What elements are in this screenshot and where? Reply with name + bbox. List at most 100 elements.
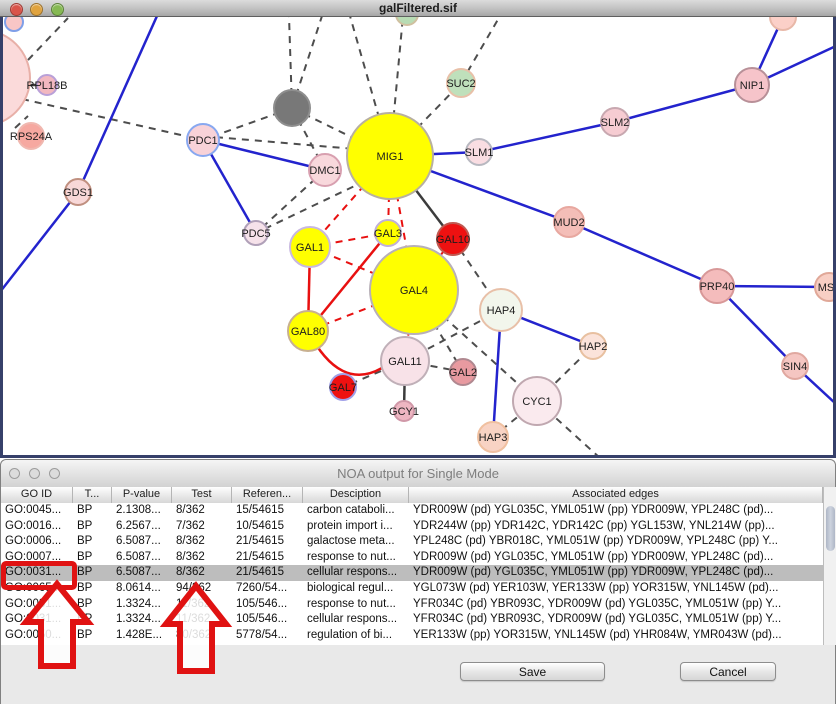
- network-edge[interactable]: [615, 85, 752, 122]
- table-row[interactable]: GO:0031...BP1.3324...11/362105/546...res…: [1, 597, 823, 613]
- network-node-mud2[interactable]: MUD2: [553, 207, 584, 237]
- table-cell[interactable]: 8/362: [172, 503, 232, 519]
- column-header-t[interactable]: T...: [73, 487, 112, 503]
- table-cell[interactable]: 2.1308...: [112, 503, 172, 519]
- table-body[interactable]: GO:0045...BP2.1308...8/36215/54615carbon…: [1, 503, 823, 645]
- network-node-gal2[interactable]: GAL2: [449, 359, 477, 385]
- network-node-gal3[interactable]: GAL3: [374, 220, 402, 246]
- network-node-slm1[interactable]: SLM1: [465, 139, 494, 165]
- network-edge[interactable]: [569, 222, 717, 286]
- table-cell[interactable]: 1.3324...: [112, 597, 172, 613]
- table-cell[interactable]: GO:0031...: [1, 612, 73, 628]
- network-edge[interactable]: [78, 16, 157, 192]
- network-node-gal4[interactable]: GAL4: [370, 246, 458, 334]
- table-cell[interactable]: 8.0614...: [112, 581, 172, 597]
- table-cell[interactable]: BP: [73, 581, 112, 597]
- table-cell[interactable]: YER133W (pp) YOR315W, YNL145W (pd) YHR08…: [409, 628, 823, 644]
- network-node[interactable]: [770, 16, 796, 30]
- table-cell[interactable]: 6.2567...: [112, 519, 172, 535]
- network-node-dmc1[interactable]: DMC1: [309, 154, 341, 186]
- network-node-rpl18b[interactable]: RPL18B: [27, 75, 68, 95]
- network-node-gal7[interactable]: GAL7: [329, 374, 357, 400]
- network-node-gal11[interactable]: GAL11: [381, 337, 429, 385]
- network-node-hap4[interactable]: HAP4: [480, 289, 522, 331]
- network-node-gds1[interactable]: GDS1: [63, 179, 93, 205]
- table-cell[interactable]: YFR034C (pd) YBR093C, YDR009W (pd) YGL03…: [409, 597, 823, 613]
- table-cell[interactable]: 1.3324...: [112, 612, 172, 628]
- table-cell[interactable]: 1.428E...: [112, 628, 172, 644]
- table-row[interactable]: GO:0065...BP8.0614...94/3627260/54...bio…: [1, 581, 823, 597]
- table-row[interactable]: GO:0006...BP6.5087...8/36221/54615galact…: [1, 534, 823, 550]
- table-row[interactable]: GO:0031...BP1.3324...11/362105/546...cel…: [1, 612, 823, 628]
- network-canvas[interactable]: RPL18BRPS24AGDS1PDC1PDC5DMC1MIG1SUC2SLM1…: [0, 16, 836, 458]
- table-row[interactable]: GO:0031...BP6.5087...8/36221/54615cellul…: [1, 565, 823, 581]
- network-node-gal10[interactable]: GAL10: [436, 223, 470, 255]
- scrollbar-thumb[interactable]: [826, 506, 835, 551]
- network-edge[interactable]: [479, 122, 615, 152]
- network-node-gal80[interactable]: GAL80: [288, 311, 328, 351]
- network-node-nip1[interactable]: NIP1: [735, 68, 769, 102]
- column-header-desciption[interactable]: Desciption: [303, 487, 409, 503]
- table-row[interactable]: GO:0050...BP1.428E...80/3625778/54...reg…: [1, 628, 823, 644]
- network-edge[interactable]: [256, 181, 365, 233]
- network-node-prp40[interactable]: PRP40: [700, 269, 735, 303]
- table-cell[interactable]: YDR244W (pp) YDR142C, YDR142C (pp) YGL15…: [409, 519, 823, 535]
- table-cell[interactable]: response to nut...: [303, 550, 409, 566]
- table-cell[interactable]: 8/362: [172, 534, 232, 550]
- network-node[interactable]: [396, 16, 418, 25]
- table-cell[interactable]: YDR009W (pd) YGL035C, YML051W (pp) YDR00…: [409, 565, 823, 581]
- table-cell[interactable]: 11/362: [172, 612, 232, 628]
- noa-window[interactable]: NOA output for Single Mode GO IDT...P-va…: [0, 459, 836, 704]
- network-node[interactable]: [0, 30, 30, 126]
- network-node-hap3[interactable]: HAP3: [478, 422, 508, 452]
- table-cell[interactable]: biological regul...: [303, 581, 409, 597]
- column-header-goid[interactable]: GO ID: [1, 487, 73, 503]
- table-cell[interactable]: 6.5087...: [112, 550, 172, 566]
- cancel-button[interactable]: Cancel: [680, 662, 776, 681]
- network-node-mig1[interactable]: MIG1: [347, 113, 433, 199]
- network-node-msl[interactable]: MSL: [815, 273, 836, 301]
- table-cell[interactable]: GO:0006...: [1, 534, 73, 550]
- network-node-sin4[interactable]: SIN4: [782, 353, 808, 379]
- table-cell[interactable]: response to nut...: [303, 597, 409, 613]
- table-cell[interactable]: GO:0045...: [1, 503, 73, 519]
- network-node-hap2[interactable]: HAP2: [579, 333, 608, 359]
- table-row[interactable]: GO:0007...BP6.5087...8/36221/54615respon…: [1, 550, 823, 566]
- network-edge[interactable]: [0, 192, 78, 292]
- table-header[interactable]: GO IDT...P-valueTestReferen...Desciption…: [1, 487, 823, 504]
- table-cell[interactable]: YPL248C (pd) YBR018C, YML051W (pp) YDR00…: [409, 534, 823, 550]
- table-cell[interactable]: YDR009W (pd) YGL035C, YML051W (pp) YDR00…: [409, 550, 823, 566]
- network-node[interactable]: [274, 90, 310, 126]
- network-node-suc2[interactable]: SUC2: [446, 69, 475, 97]
- table-row[interactable]: GO:0016...BP6.2567...7/36210/54615protei…: [1, 519, 823, 535]
- table-row[interactable]: GO:0045...BP2.1308...8/36215/54615carbon…: [1, 503, 823, 519]
- table-cell[interactable]: 6.5087...: [112, 565, 172, 581]
- table-cell[interactable]: GO:0050...: [1, 628, 73, 644]
- network-node-pdc1[interactable]: PDC1: [187, 124, 219, 156]
- network-node-slm2[interactable]: SLM2: [601, 108, 630, 136]
- column-header-test[interactable]: Test: [172, 487, 232, 503]
- table-cell[interactable]: 5778/54...: [232, 628, 303, 644]
- table-cell[interactable]: 105/546...: [232, 612, 303, 628]
- table-cell[interactable]: 21/54615: [232, 550, 303, 566]
- table-cell[interactable]: cellular respons...: [303, 612, 409, 628]
- table-cell[interactable]: GO:0016...: [1, 519, 73, 535]
- table-cell[interactable]: 105/546...: [232, 597, 303, 613]
- table-cell[interactable]: 94/362: [172, 581, 232, 597]
- table-cell[interactable]: YFR034C (pd) YBR093C, YDR009W (pd) YGL03…: [409, 612, 823, 628]
- table-cell[interactable]: BP: [73, 628, 112, 644]
- network-edge[interactable]: [28, 18, 68, 60]
- table-cell[interactable]: BP: [73, 534, 112, 550]
- table-cell[interactable]: carbon cataboli...: [303, 503, 409, 519]
- table-cell[interactable]: 8/362: [172, 550, 232, 566]
- noa-titlebar[interactable]: NOA output for Single Mode: [1, 460, 835, 488]
- table-cell[interactable]: 80/362: [172, 628, 232, 644]
- column-header-associatededges[interactable]: Associated edges: [409, 487, 823, 503]
- network-node-gcy1[interactable]: GCY1: [389, 401, 419, 421]
- column-header-referen[interactable]: Referen...: [232, 487, 303, 503]
- table-cell[interactable]: protein import i...: [303, 519, 409, 535]
- table-cell[interactable]: YDR009W (pd) YGL035C, YML051W (pp) YDR00…: [409, 503, 823, 519]
- network-node-gal1[interactable]: GAL1: [290, 227, 330, 267]
- table-cell[interactable]: BP: [73, 519, 112, 535]
- table-cell[interactable]: cellular respons...: [303, 565, 409, 581]
